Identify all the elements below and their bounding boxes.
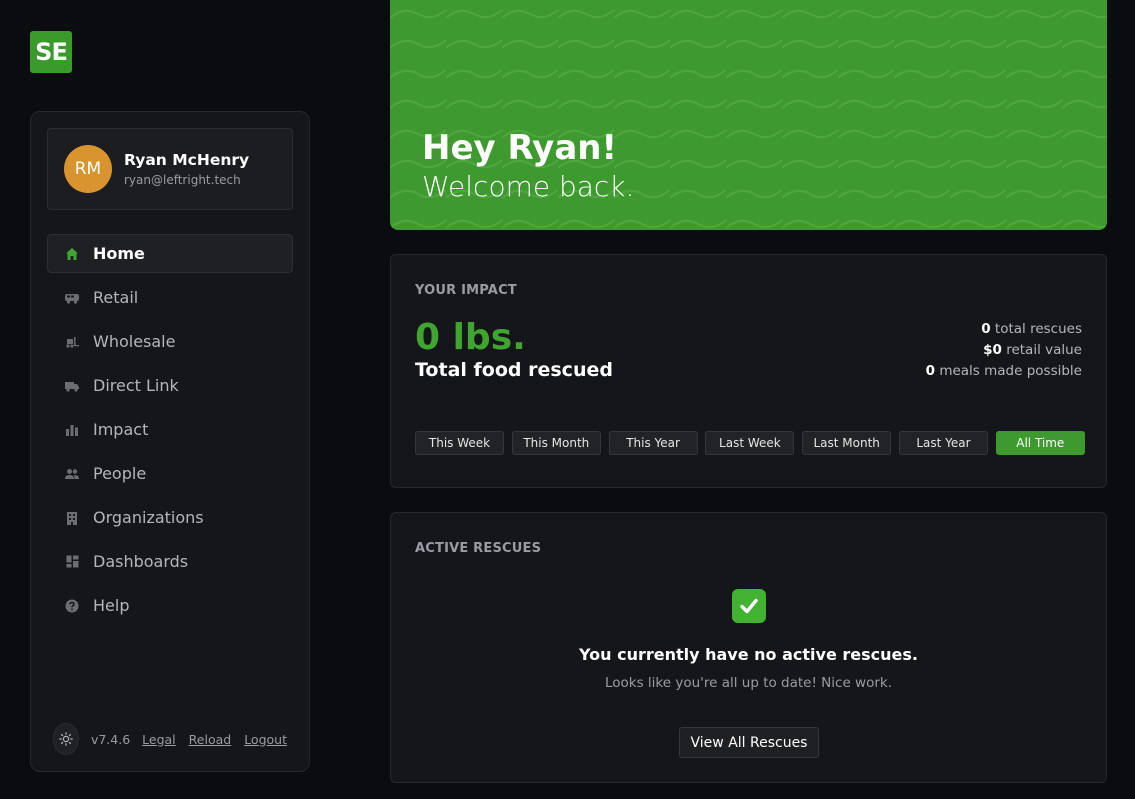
stat-retail-value: $0 retail value — [983, 342, 1082, 358]
range-last-year-button[interactable]: Last Year — [898, 431, 988, 455]
sidebar-nav: Home Retail Wholesale Direct Link Impact — [47, 234, 293, 630]
stat-total-rescues: 0 total rescues — [981, 321, 1082, 337]
sidebar-item-home[interactable]: Home — [47, 234, 293, 273]
sidebar-item-label: Organizations — [93, 508, 204, 527]
sidebar-item-label: Wholesale — [93, 332, 176, 351]
empty-state-title: You currently have no active rescues. — [579, 645, 918, 664]
user-profile-card[interactable]: RM Ryan McHenry ryan@leftright.tech — [47, 128, 293, 210]
check-mark-icon — [732, 589, 766, 623]
app-logo[interactable]: SE — [30, 31, 72, 73]
range-all-time-button[interactable]: All Time — [995, 431, 1085, 455]
help-icon — [64, 598, 80, 614]
sidebar-item-label: People — [93, 464, 147, 483]
sidebar-item-label: Direct Link — [93, 376, 179, 395]
sidebar-item-impact[interactable]: Impact — [47, 410, 293, 449]
stat-meals: 0 meals made possible — [925, 363, 1082, 379]
rescues-title: ACTIVE RESCUES — [415, 541, 542, 556]
theme-toggle-button[interactable] — [53, 723, 79, 755]
impact-value: 0 lbs. — [415, 317, 526, 358]
empty-state-subtitle: Looks like you're all up to date! Nice w… — [604, 675, 893, 691]
sidebar-item-retail[interactable]: Retail — [47, 278, 293, 317]
hero-subtitle: Welcome back. — [422, 170, 635, 203]
sidebar-item-help[interactable]: Help — [47, 586, 293, 625]
time-range-selector: This Week This Month This Year Last Week… — [415, 431, 1085, 455]
bar-chart-icon — [64, 422, 80, 438]
sidebar-item-label: Retail — [93, 288, 139, 307]
welcome-banner: Hey Ryan! Welcome back. — [390, 0, 1107, 230]
people-icon — [64, 466, 80, 482]
sidebar-item-dashboards[interactable]: Dashboards — [47, 542, 293, 581]
forklift-icon — [64, 334, 80, 350]
impact-stats: 0 total rescues $0 retail value 0 meals … — [926, 319, 1082, 382]
user-email: ryan@leftright.tech — [124, 173, 241, 187]
home-icon — [64, 246, 80, 262]
sidebar-item-organizations[interactable]: Organizations — [47, 498, 293, 537]
sidebar-item-label: Help — [93, 596, 130, 615]
version-label: v7.4.6 — [90, 731, 131, 747]
sidebar-footer: v7.4.6 Legal Reload Logout — [53, 723, 287, 755]
logout-link[interactable]: Logout — [244, 732, 287, 747]
sidebar-item-label: Home — [93, 244, 145, 263]
range-last-month-button[interactable]: Last Month — [802, 431, 892, 455]
sidebar-item-label: Impact — [93, 420, 149, 439]
building-icon — [64, 510, 80, 526]
avatar: RM — [64, 145, 112, 193]
view-all-rescues-button[interactable]: View All Rescues — [679, 727, 819, 758]
sidebar-item-direct-link[interactable]: Direct Link — [47, 366, 293, 405]
truck-icon — [64, 378, 80, 394]
sun-icon — [59, 732, 73, 746]
dashboard-icon — [64, 554, 80, 570]
range-last-week-button[interactable]: Last Week — [705, 431, 795, 455]
sidebar-item-label: Dashboards — [93, 552, 189, 571]
impact-label: Total food rescued — [415, 359, 613, 381]
range-this-month-button[interactable]: This Month — [511, 431, 601, 455]
active-rescues-card: ACTIVE RESCUES You currently have no act… — [390, 512, 1107, 783]
hero-greeting: Hey Ryan! — [422, 128, 617, 168]
van-icon — [64, 290, 80, 306]
sidebar-item-wholesale[interactable]: Wholesale — [47, 322, 293, 361]
sidebar-item-people[interactable]: People — [47, 454, 293, 493]
impact-card: YOUR IMPACT 0 lbs. Total food rescued 0 … — [390, 254, 1107, 488]
range-this-year-button[interactable]: This Year — [608, 431, 698, 455]
range-this-week-button[interactable]: This Week — [415, 431, 504, 455]
reload-link[interactable]: Reload — [189, 732, 232, 747]
sidebar: RM Ryan McHenry ryan@leftright.tech Home… — [30, 111, 310, 772]
legal-link[interactable]: Legal — [142, 732, 176, 747]
impact-title: YOUR IMPACT — [415, 283, 517, 298]
user-name: Ryan McHenry — [124, 151, 250, 169]
